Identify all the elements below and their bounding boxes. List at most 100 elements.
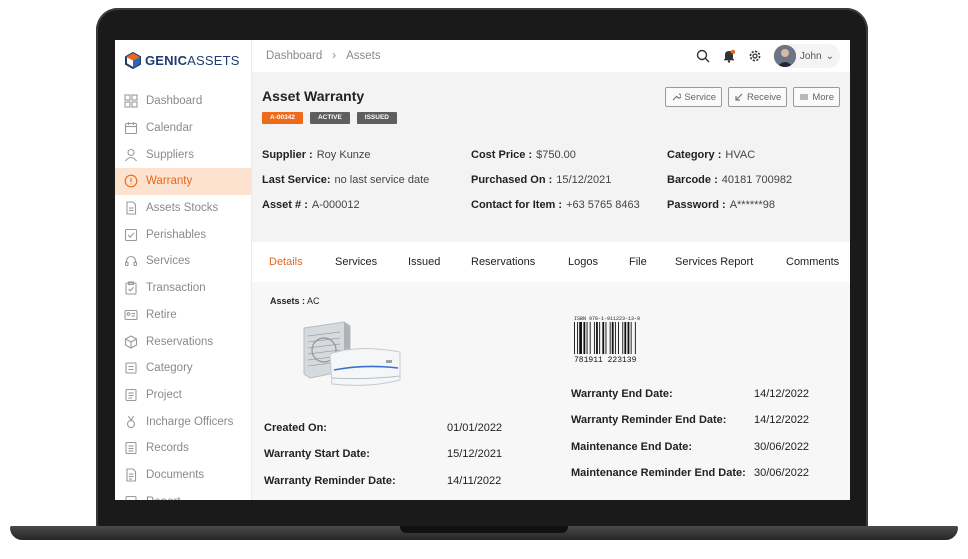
page-title: Asset Warranty [262, 88, 365, 104]
maintenance-reminder-end-label: Maintenance Reminder End Date: [571, 467, 746, 479]
issued-badge: ISSUED [356, 112, 397, 124]
sidebar-item-records[interactable]: Records [115, 435, 252, 462]
tab-details[interactable]: Details [269, 256, 303, 268]
barcode-bar [579, 322, 582, 354]
maintenance-end-label: Maintenance End Date: [571, 441, 693, 453]
warranty-end-value: 14/12/2022 [754, 388, 810, 400]
warranty-start-value: 15/12/2021 [447, 448, 503, 460]
sidebar-item-label: Assets Stocks [146, 202, 219, 215]
barcode-bar [614, 322, 616, 354]
service-button[interactable]: Service [665, 87, 723, 107]
laptop-notch [400, 526, 568, 533]
tab-services-report[interactable]: Services Report [675, 256, 753, 268]
sidebar-item-assets-stocks[interactable]: Assets Stocks [115, 195, 252, 222]
sidebar-item-incharge-officers[interactable]: Incharge Officers [115, 408, 252, 435]
tab-comments[interactable]: Comments [786, 256, 839, 268]
documents-icon [124, 468, 138, 482]
sidebar-item-project[interactable]: Project [115, 382, 252, 409]
receive-button[interactable]: Receive [728, 87, 788, 107]
sidebar-item-documents[interactable]: Documents [115, 462, 252, 489]
asset-id-badge: A-00342 [262, 112, 303, 124]
app-logo[interactable]: GENICASSETS [125, 50, 240, 70]
tab-services[interactable]: Services [335, 256, 377, 268]
logo-hexagon-icon [125, 51, 141, 69]
breadcrumb-dashboard[interactable]: Dashboard [266, 50, 322, 62]
cube-icon [124, 334, 138, 349]
sidebar-item-perishables[interactable]: Perishables [115, 221, 252, 248]
sidebar: GENICASSETS Dashboard Calendar Suppliers Wa… [115, 40, 252, 500]
sidebar-item-calendar[interactable]: Calendar [115, 115, 252, 142]
breadcrumb-assets[interactable]: Assets [346, 50, 381, 62]
sidebar-item-warranty[interactable]: Warranty [115, 168, 252, 195]
sidebar-item-label: Records [146, 442, 189, 455]
clipboard-icon [124, 281, 138, 295]
barcode-bar [618, 322, 619, 354]
gear-icon[interactable] [747, 48, 763, 64]
more-button[interactable]: More [793, 87, 840, 107]
air-conditioner-image [303, 321, 401, 386]
tab-issued[interactable]: Issued [408, 256, 440, 268]
assets-label: Assets : AC [270, 296, 320, 306]
sidebar-item-category[interactable]: Category [115, 355, 252, 382]
alert-circle-icon [124, 174, 138, 188]
id-card-icon [124, 308, 138, 322]
barcode-bar [574, 322, 575, 354]
action-buttons: Service Receive More [665, 87, 840, 107]
barcode-row: Barcode :40181 700982 [667, 174, 793, 186]
top-bar: Dashboard › Assets John ⌄ [252, 40, 850, 72]
sidebar-item-services[interactable]: Services [115, 248, 252, 275]
user-name: John [799, 50, 822, 62]
purchased-on-row: Purchased On :15/12/2021 [471, 174, 612, 186]
sidebar-item-label: Documents [146, 468, 205, 481]
sidebar-item-label: Perishables [146, 228, 207, 241]
chevron-down-icon: ⌄ [825, 50, 834, 62]
arrow-down-left-icon [735, 93, 743, 101]
category-row: Category : HVAC [667, 149, 756, 161]
barcode-bar [609, 322, 611, 354]
sidebar-item-reservations[interactable]: Reservations [115, 328, 252, 355]
check-square-icon [124, 228, 138, 242]
sidebar-item-label: Calendar [146, 122, 193, 135]
barcode-bar [589, 322, 591, 354]
sidebar-item-label: Incharge Officers [146, 415, 234, 428]
tab-bar: Details Services Issued Reservations Log… [252, 242, 850, 282]
document-icon [124, 201, 138, 215]
warranty-reminder-end-label: Warranty Reminder End Date: [571, 414, 727, 426]
barcode-bar [586, 322, 588, 354]
bell-icon[interactable] [721, 48, 737, 64]
user-menu[interactable]: John ⌄ [772, 44, 840, 68]
sidebar-item-dashboard[interactable]: Dashboard [115, 88, 252, 115]
sidebar-item-suppliers[interactable]: Suppliers [115, 141, 252, 168]
sidebar-item-retire[interactable]: Retire [115, 302, 252, 329]
list-icon [124, 388, 138, 402]
sidebar-item-label: Warranty [146, 175, 193, 188]
top-icons: John ⌄ [695, 44, 840, 68]
sidebar-item-label: Project [146, 388, 182, 401]
headset-icon [124, 254, 138, 268]
warranty-start-label: Warranty Start Date: [264, 448, 370, 460]
app-screen: GENICASSETS Dashboard Calendar Suppliers Wa… [115, 40, 850, 500]
barcode-bar [622, 322, 624, 354]
barcode-bar [630, 322, 632, 354]
sidebar-item-transaction[interactable]: Transaction [115, 275, 252, 302]
sidebar-item-label: Report [146, 496, 181, 500]
search-icon[interactable] [695, 48, 711, 64]
tab-logos[interactable]: Logos [568, 256, 598, 268]
maintenance-end-value: 30/06/2022 [754, 441, 810, 453]
grid-icon [124, 94, 138, 108]
breadcrumb: Dashboard › Assets [266, 50, 381, 62]
tab-file[interactable]: File [629, 256, 647, 268]
main-content: Asset Warranty A-00342 ACTIVE ISSUED Ser… [252, 72, 850, 500]
created-on-label: Created On: [264, 422, 327, 434]
sidebar-item-report[interactable]: Report [115, 488, 252, 500]
sidebar-item-label: Retire [146, 308, 177, 321]
records-icon [124, 441, 138, 455]
barcode-bar [593, 322, 595, 354]
barcode-bar [605, 322, 607, 354]
medal-icon [124, 415, 138, 429]
barcode-bar [583, 322, 586, 354]
tab-reservations[interactable]: Reservations [471, 256, 535, 268]
barcode-bar [627, 322, 630, 354]
sidebar-item-label: Transaction [146, 282, 206, 295]
barcode-bar [602, 322, 605, 354]
